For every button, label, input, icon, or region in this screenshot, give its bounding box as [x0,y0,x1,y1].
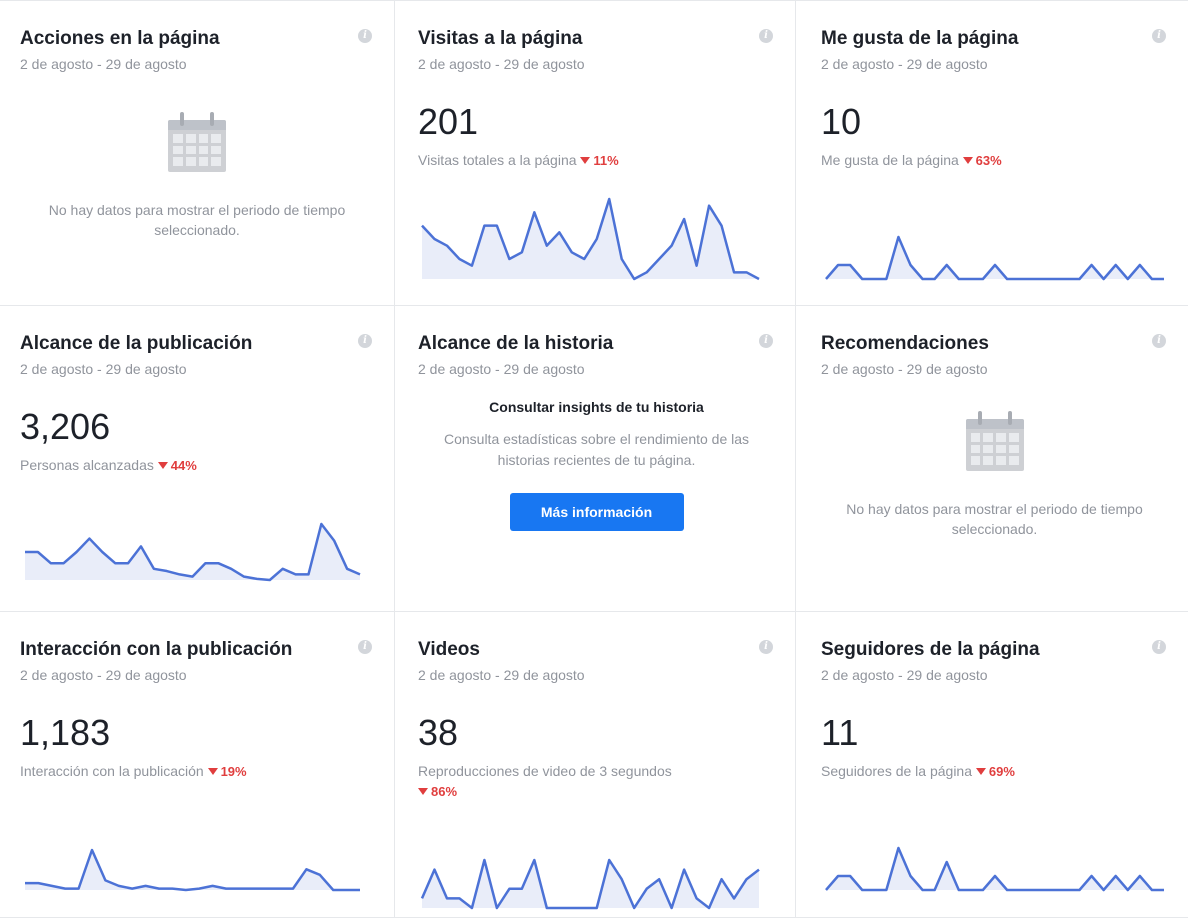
sparkline-area [826,237,1164,279]
card-title: Acciones en la página [20,28,220,49]
sparkline-area [826,848,1164,890]
info-icon[interactable]: i [759,334,773,348]
story-heading: Consultar insights de tu historia [489,399,704,415]
card-title: Recomendaciones [821,333,989,354]
empty-message: No hay datos para mostrar el periodo de … [846,501,1143,537]
card-post-reach[interactable]: Alcance de la publicación 2 de agosto - … [0,306,395,612]
sparkline-line [420,858,760,910]
card-videos[interactable]: Videos 2 de agosto - 29 de agosto i 38 R… [395,612,796,918]
sparkline-chart [25,522,361,582]
sparkline-chart [421,197,760,281]
info-icon[interactable]: i [358,29,372,43]
card-page-actions[interactable]: Acciones en la página 2 de agosto - 29 d… [0,1,395,306]
empty-state: No hay datos para mostrar el periodo de … [20,112,374,240]
card-page-views[interactable]: Visitas a la página 2 de agosto - 29 de … [395,1,796,306]
insights-grid: Acciones en la página 2 de agosto - 29 d… [0,0,1188,918]
calendar-icon [965,411,1024,471]
sparkline-chart [420,858,760,910]
sparkline-chart [825,235,1164,281]
card-post-engagement[interactable]: Interacción con la publicación 2 de agos… [0,612,395,918]
sparkline-chart [825,846,1164,892]
card-page-followers[interactable]: Seguidores de la página 2 de agosto - 29… [796,612,1188,918]
date-range: 2 de agosto - 29 de agosto [418,361,585,377]
sparkline-chart [25,848,360,892]
card-title: Alcance de la historia [418,333,614,354]
date-range: 2 de agosto - 29 de agosto [20,56,187,72]
info-icon[interactable]: i [1152,334,1166,348]
empty-state: No hay datos para mostrar el periodo de … [821,411,1168,539]
story-description: Consulta estadísticas sobre el rendimien… [443,431,750,468]
card-recommendations[interactable]: Recomendaciones 2 de agosto - 29 de agos… [796,306,1188,612]
more-info-button[interactable]: Más información [509,493,684,531]
card-story-reach[interactable]: Alcance de la historia 2 de agosto - 29 … [395,306,796,612]
empty-message: No hay datos para mostrar el periodo de … [48,202,346,238]
card-page-likes[interactable]: Me gusta de la página 2 de agosto - 29 d… [796,1,1188,306]
calendar-icon [168,112,226,172]
date-range: 2 de agosto - 29 de agosto [821,361,988,377]
